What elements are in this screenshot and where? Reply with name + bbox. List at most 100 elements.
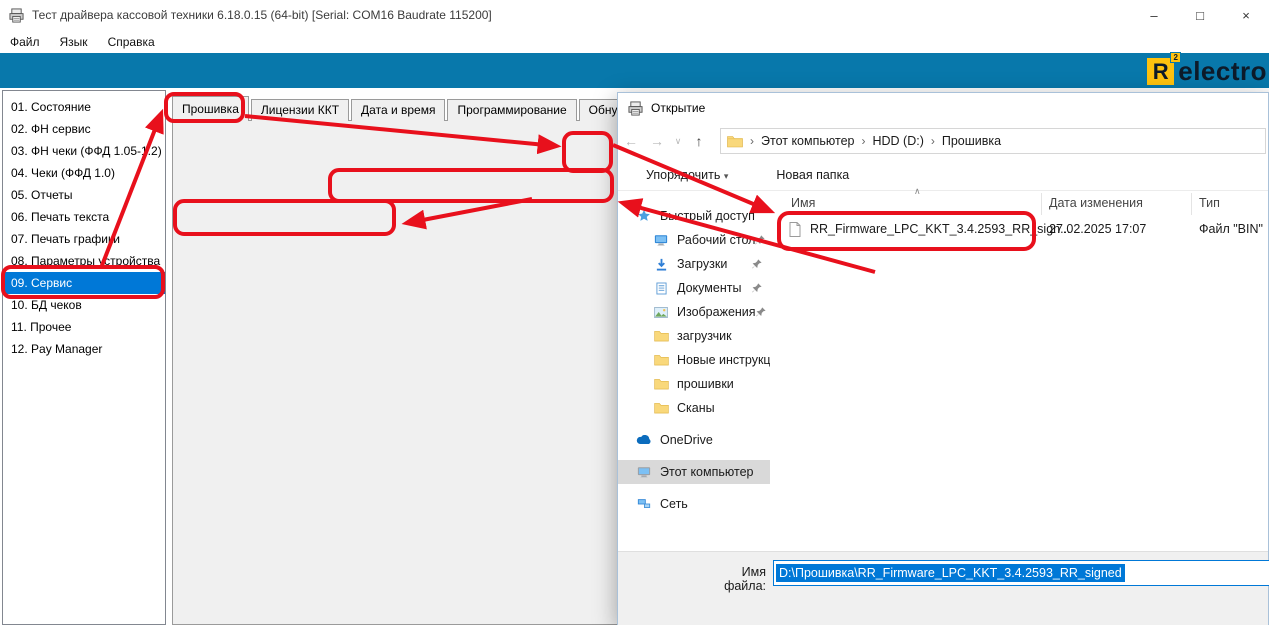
file-row[interactable]: RR_Firmware_LPC_KKT_3.4.2593_RR_sign... … [776, 217, 1268, 243]
sort-ascending-icon[interactable]: ∧ [914, 186, 921, 197]
column-header-date[interactable]: Дата изменения [1049, 196, 1143, 210]
star-icon [634, 209, 654, 223]
dialog-toolbar: Упорядочить ▾ Новая папка [618, 159, 1268, 191]
network-icon [634, 498, 654, 510]
file-date: 27.02.2025 17:07 [1049, 222, 1146, 236]
nav-item-proshivki[interactable]: прошивки [618, 372, 770, 396]
sidebar-item-05[interactable]: 05. Отчеты [3, 184, 165, 206]
sidebar-item-10[interactable]: 10. БД чеков [3, 294, 165, 316]
file-list: ∧ Имя Дата изменения Тип RR_Firmware_LPC… [776, 191, 1268, 551]
column-header-type[interactable]: Тип [1199, 196, 1220, 210]
filename-label: Имя файла: [698, 565, 766, 593]
column-divider[interactable] [1041, 193, 1042, 215]
picture-icon [651, 307, 671, 318]
maximize-button[interactable]: □ [1177, 0, 1223, 30]
crumb-separator: › [931, 134, 935, 148]
tab-firmware[interactable]: Прошивка [172, 96, 249, 121]
sidebar-item-12[interactable]: 12. Pay Manager [3, 338, 165, 360]
pin-icon [756, 307, 766, 317]
nav-item-network[interactable]: Сеть [618, 492, 770, 516]
dialog-icon [628, 101, 643, 116]
new-folder-button[interactable]: Новая папка [776, 168, 849, 182]
file-type: Файл "BIN" [1199, 222, 1263, 236]
folder-icon [651, 330, 671, 342]
dialog-nav-bar: ← → ∨ ↑ › Этот компьютер › HDD (D:) › Пр… [618, 123, 1268, 159]
menu-bar: Файл Язык Справка [0, 30, 1269, 53]
folder-icon [651, 378, 671, 390]
dialog-body: Быстрый доступ Рабочий стол Загрузки Док… [618, 191, 1268, 551]
menu-item-help[interactable]: Справка [98, 30, 165, 53]
folder-icon [651, 402, 671, 414]
dialog-nav-pane: Быстрый доступ Рабочий стол Загрузки Док… [618, 191, 770, 551]
nav-item-this-pc-selected[interactable]: Этот компьютер [618, 460, 770, 484]
nav-item-scans[interactable]: Сканы [618, 396, 770, 420]
desktop-icon [651, 234, 671, 247]
folder-icon [727, 135, 743, 148]
nav-forward-button[interactable]: → [644, 133, 670, 149]
nav-item-documents[interactable]: Документы [618, 276, 770, 300]
nav-item-quick-access[interactable]: Быстрый доступ [618, 204, 770, 228]
nav-item-onedrive[interactable]: OneDrive [618, 428, 770, 452]
sidebar-item-06[interactable]: 06. Печать текста [3, 206, 165, 228]
pin-icon [755, 235, 765, 245]
pin-icon [752, 283, 762, 293]
tab-licenses[interactable]: Лицензии ККТ [251, 99, 349, 121]
dialog-title: Открытие [651, 101, 705, 115]
logo-r-badge: R 2 [1147, 58, 1174, 85]
menu-item-file[interactable]: Файл [0, 30, 50, 53]
logo-sup-2: 2 [1170, 52, 1181, 63]
pin-icon [752, 259, 762, 269]
nav-up-button[interactable]: ↑ [686, 133, 712, 149]
organize-button[interactable]: Упорядочить ▾ [646, 168, 728, 182]
computer-icon [634, 466, 654, 479]
sidebar-item-07[interactable]: 07. Печать графики [3, 228, 165, 250]
title-bar: Тест драйвера кассовой техники 6.18.0.15… [0, 0, 1269, 30]
file-icon [789, 222, 801, 240]
close-button[interactable]: × [1223, 0, 1269, 30]
sidebar-item-01[interactable]: 01. Состояние [3, 96, 165, 118]
tab-datetime[interactable]: Дата и время [351, 99, 445, 121]
nav-item-pictures[interactable]: Изображения [618, 300, 770, 324]
sidebar-item-03[interactable]: 03. ФН чеки (ФФД 1.05-1.2) [3, 140, 165, 162]
sidebar-item-09-selected[interactable]: 09. Сервис [3, 272, 165, 294]
filename-input[interactable]: D:\Прошивка\RR_Firmware_LPC_KKT_3.4.2593… [773, 560, 1269, 586]
section-list: 01. Состояние 02. ФН сервис 03. ФН чеки … [2, 90, 166, 625]
sidebar-item-08[interactable]: 08. Параметры устройства [3, 250, 165, 272]
minimize-button[interactable]: – [1131, 0, 1177, 30]
nav-item-desktop[interactable]: Рабочий стол [618, 228, 770, 252]
app-window: Тест драйвера кассовой техники 6.18.0.15… [0, 0, 1269, 625]
column-divider[interactable] [1191, 193, 1192, 215]
document-icon [651, 282, 671, 295]
logo-word: electro [1178, 56, 1267, 87]
cloud-icon [634, 435, 654, 445]
nav-item-new-instructions[interactable]: Новые инструкции [618, 348, 770, 372]
sidebar-item-02[interactable]: 02. ФН сервис [3, 118, 165, 140]
crumb-this-pc[interactable]: Этот компьютер [761, 134, 854, 148]
crumb-separator: › [861, 134, 865, 148]
app-icon [9, 8, 24, 23]
sidebar-item-04[interactable]: 04. Чеки (ФФД 1.0) [3, 162, 165, 184]
column-header-name[interactable]: Имя [791, 196, 815, 210]
nav-item-zagruzchik[interactable]: загрузчик [618, 324, 770, 348]
nav-item-downloads[interactable]: Загрузки [618, 252, 770, 276]
crumb-hdd-d[interactable]: HDD (D:) [872, 134, 923, 148]
brand-logo: R 2 electro [1147, 56, 1267, 87]
dialog-title-bar: Открытие [618, 93, 1268, 123]
nav-back-button[interactable]: ← [618, 133, 644, 149]
tab-programming[interactable]: Программирование [447, 99, 576, 121]
folder-icon [651, 354, 671, 366]
nav-history-dropdown[interactable]: ∨ [670, 136, 686, 147]
breadcrumb[interactable]: › Этот компьютер › HDD (D:) › Прошивка [720, 128, 1266, 154]
crumb-separator: › [750, 134, 754, 148]
download-icon [651, 258, 671, 271]
file-name: RR_Firmware_LPC_KKT_3.4.2593_RR_sign... [810, 222, 1071, 236]
file-open-dialog: Открытие ← → ∨ ↑ › Этот компьютер › HDD … [617, 92, 1269, 625]
dialog-bottom-bar: Имя файла: D:\Прошивка\RR_Firmware_LPC_K… [618, 551, 1268, 625]
window-controls: – □ × [1131, 0, 1269, 30]
window-title: Тест драйвера кассовой техники 6.18.0.15… [32, 8, 492, 22]
filename-selected-text: D:\Прошивка\RR_Firmware_LPC_KKT_3.4.2593… [776, 564, 1125, 582]
crumb-proshivka[interactable]: Прошивка [942, 134, 1001, 148]
menu-item-language[interactable]: Язык [50, 30, 98, 53]
sidebar-item-11[interactable]: 11. Прочее [3, 316, 165, 338]
file-list-header: ∧ Имя Дата изменения Тип [776, 193, 1268, 215]
